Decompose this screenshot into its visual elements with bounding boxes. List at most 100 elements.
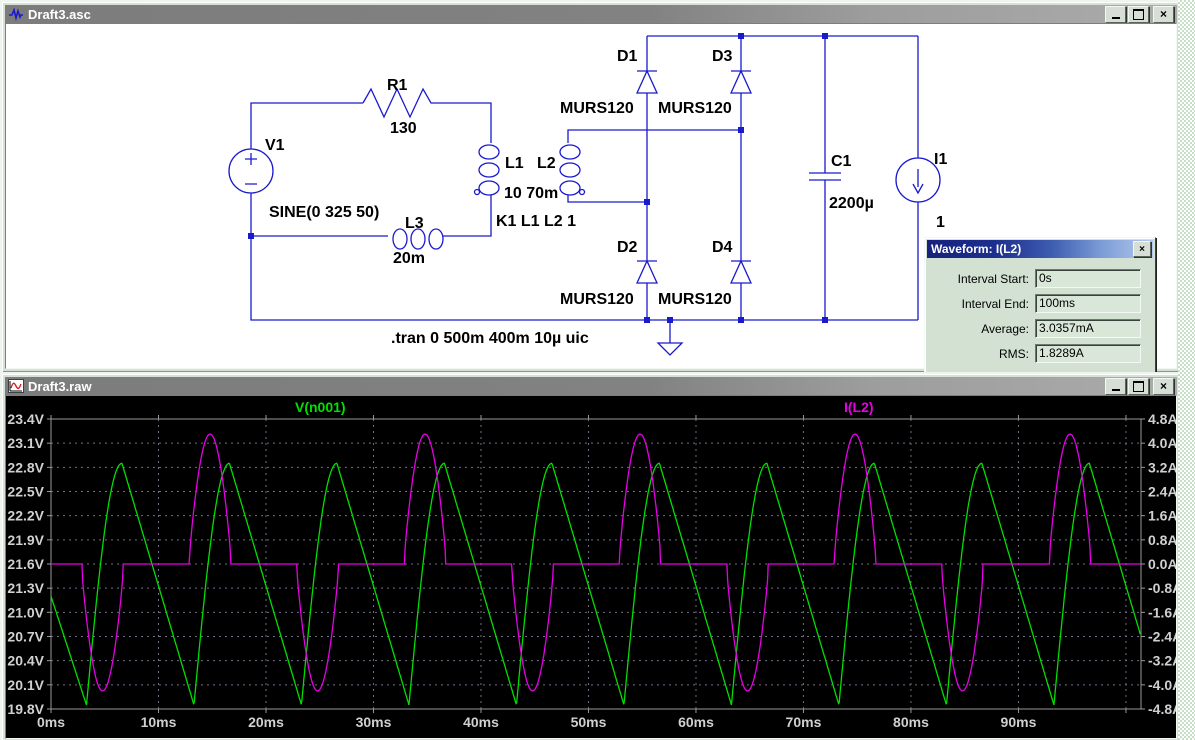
spice-directive[interactable]: .tran 0 500m 400m 10µ uic bbox=[391, 330, 589, 347]
y-right-tick-label: -3.2A bbox=[1148, 653, 1177, 669]
dialog-field-row: Interval End: 100ms bbox=[925, 291, 1155, 316]
y-right-tick-label: 4.8A bbox=[1148, 411, 1177, 427]
legend-v-n001-[interactable]: V(n001) bbox=[295, 399, 346, 415]
dialog-field-value[interactable]: 1.8289A bbox=[1035, 344, 1141, 363]
dialog-field-value[interactable]: 100ms bbox=[1035, 294, 1141, 313]
close-button[interactable]: × bbox=[1153, 5, 1174, 23]
waveform-window: Draft3.raw × 23.4V 23.1V 22.8V 22.5V 22.2V 21… bbox=[0, 372, 1182, 740]
maximize-button[interactable] bbox=[1128, 5, 1149, 23]
dialog-field-label: Interval End: bbox=[961, 296, 1029, 311]
dialog-field-row: Interval Start: 0s bbox=[925, 266, 1155, 291]
x-tick-label: 70ms bbox=[786, 714, 822, 730]
waveform-plot-area[interactable]: 23.4V 23.1V 22.8V 22.5V 22.2V 21.9V 21.6V 21.3V… bbox=[5, 395, 1177, 739]
label-l1-l2-values[interactable]: 10 70m bbox=[504, 185, 558, 202]
schematic-window-title: Draft3.asc bbox=[28, 6, 91, 22]
y-left-tick-label: 23.1V bbox=[7, 435, 44, 451]
component-l2-inductor[interactable] bbox=[559, 144, 586, 196]
component-l3-inductor[interactable] bbox=[392, 228, 444, 250]
ltspice-desktop: Draft3.asc × V1 SINE(0 325 50) R1 130 L1… bbox=[0, 0, 1195, 740]
label-d4-value[interactable]: MURS120 bbox=[658, 291, 732, 308]
ground-symbol[interactable] bbox=[656, 320, 684, 356]
waveform-titlebar[interactable]: Draft3.raw × bbox=[5, 377, 1177, 395]
label-l3-value[interactable]: 20m bbox=[393, 250, 425, 267]
y-right-tick-label: 3.2A bbox=[1148, 459, 1177, 475]
waveform-file-icon bbox=[8, 378, 24, 394]
label-c1-name[interactable]: C1 bbox=[831, 153, 852, 170]
maximize-button[interactable] bbox=[1128, 377, 1149, 395]
label-d2-value[interactable]: MURS120 bbox=[560, 291, 634, 308]
label-d3-name[interactable]: D3 bbox=[712, 48, 733, 65]
schematic-titlebar[interactable]: Draft3.asc × bbox=[5, 5, 1177, 23]
trace-v-n001-[interactable] bbox=[50, 462, 1142, 706]
component-d3-diode[interactable] bbox=[729, 69, 753, 94]
dialog-field-value[interactable]: 0s bbox=[1035, 269, 1141, 288]
label-d1-value[interactable]: MURS120 bbox=[560, 100, 634, 117]
y-left-tick-label: 20.4V bbox=[7, 653, 44, 669]
y-right-tick-label: -4.0A bbox=[1148, 677, 1177, 693]
dialog-field-row: RMS: 1.8289A bbox=[925, 341, 1155, 366]
component-l1-inductor[interactable] bbox=[473, 144, 500, 196]
label-d1-name[interactable]: D1 bbox=[617, 48, 638, 65]
x-tick-label: 40ms bbox=[463, 714, 499, 730]
y-left-tick-label: 20.1V bbox=[7, 677, 44, 693]
minimize-icon bbox=[1111, 16, 1120, 19]
minimize-button[interactable] bbox=[1105, 5, 1126, 23]
label-c1-value[interactable]: 2200µ bbox=[829, 195, 874, 212]
minimize-button[interactable] bbox=[1105, 377, 1126, 395]
maximize-icon bbox=[1133, 380, 1144, 392]
dialog-titlebar[interactable]: Waveform: I(L2) × bbox=[927, 240, 1153, 258]
close-icon: × bbox=[1159, 379, 1167, 393]
legend-i-l2-[interactable]: I(L2) bbox=[844, 399, 874, 415]
dialog-close-button[interactable]: × bbox=[1133, 241, 1151, 257]
y-left-tick-label: 22.8V bbox=[7, 459, 44, 475]
y-left-tick-label: 22.5V bbox=[7, 484, 44, 500]
maximize-icon bbox=[1133, 8, 1144, 20]
dialog-field-value[interactable]: 3.0357mA bbox=[1035, 319, 1141, 338]
y-left-tick-label: 22.2V bbox=[7, 508, 44, 524]
component-d4-diode[interactable] bbox=[729, 259, 753, 284]
label-d3-value[interactable]: MURS120 bbox=[658, 100, 732, 117]
label-v1-value[interactable]: SINE(0 325 50) bbox=[269, 204, 379, 221]
y-right-tick-label: -0.8A bbox=[1148, 580, 1177, 596]
label-l2-name[interactable]: L2 bbox=[537, 155, 556, 172]
component-d2-diode[interactable] bbox=[635, 259, 659, 284]
component-v1-voltage-source[interactable] bbox=[228, 148, 274, 194]
y-left-tick-label: 21.0V bbox=[7, 604, 44, 620]
schematic-labels: V1 SINE(0 325 50) R1 130 L1 L2 10 70m K1 L1 L2 … bbox=[265, 48, 947, 347]
component-d1-diode[interactable] bbox=[635, 69, 659, 94]
dialog-field-label: Average: bbox=[981, 321, 1029, 336]
label-v1-name[interactable]: V1 bbox=[265, 137, 285, 154]
label-i1-value[interactable]: 1 bbox=[936, 214, 945, 231]
x-tick-label: 30ms bbox=[356, 714, 392, 730]
label-d2-name[interactable]: D2 bbox=[617, 239, 638, 256]
x-tick-label: 10ms bbox=[141, 714, 177, 730]
y-right-tick-label: 4.0A bbox=[1148, 435, 1177, 451]
wires[interactable] bbox=[250, 35, 919, 321]
label-l1-name[interactable]: L1 bbox=[505, 155, 524, 172]
dialog-field-label: RMS: bbox=[999, 346, 1029, 361]
waveform-measurement-dialog: Waveform: I(L2) × Interval Start: 0s Inter… bbox=[924, 237, 1156, 373]
label-r1-name[interactable]: R1 bbox=[387, 77, 408, 94]
x-tick-label: 20ms bbox=[248, 714, 284, 730]
y-right-tick-label: -4.8A bbox=[1148, 701, 1177, 717]
trace-i-l2-[interactable] bbox=[51, 433, 1141, 692]
y-right-tick-label: -1.6A bbox=[1148, 604, 1177, 620]
y-left-tick-label: 21.9V bbox=[7, 532, 44, 548]
close-button[interactable]: × bbox=[1153, 377, 1174, 395]
y-left-tick-label: 21.3V bbox=[7, 580, 44, 596]
label-d4-name[interactable]: D4 bbox=[712, 239, 733, 256]
y-right-tick-label: 0.0A bbox=[1148, 556, 1177, 572]
x-tick-label: 0ms bbox=[37, 714, 65, 730]
label-k1-coupling[interactable]: K1 L1 L2 1 bbox=[496, 213, 576, 230]
y-left-tick-label: 21.6V bbox=[7, 556, 44, 572]
desktop-edge bbox=[1178, 0, 1195, 740]
component-c1-capacitor[interactable] bbox=[809, 172, 841, 181]
label-l3-name[interactable]: L3 bbox=[405, 215, 424, 232]
dialog-field-label: Interval Start: bbox=[957, 271, 1029, 286]
y-left-tick-label: 20.7V bbox=[7, 629, 44, 645]
dialog-title: Waveform: I(L2) bbox=[931, 242, 1022, 256]
label-r1-value[interactable]: 130 bbox=[390, 120, 417, 137]
label-i1-name[interactable]: I1 bbox=[934, 151, 947, 168]
y-right-tick-label: -2.4A bbox=[1148, 629, 1177, 645]
schematic-window: Draft3.asc × V1 SINE(0 325 50) R1 130 L1… bbox=[0, 0, 1182, 374]
